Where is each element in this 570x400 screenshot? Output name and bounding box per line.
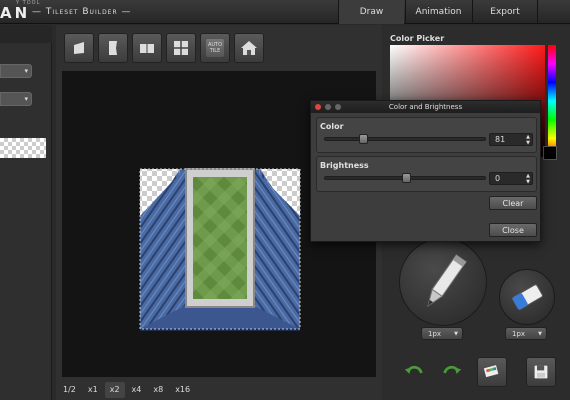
vertical-tile-icon <box>109 41 117 55</box>
selected-color-swatch[interactable] <box>543 146 557 160</box>
zoom-x1[interactable]: x1 <box>83 382 103 398</box>
zoom-dot-icon[interactable] <box>335 104 341 110</box>
pencil-size-dropdown[interactable]: 1px ▼ <box>421 327 463 340</box>
color-brightness-dialog: Color and Brightness Color 81 ▲ ▼ Brightne… <box>310 100 541 242</box>
logo: AN <box>0 4 31 22</box>
tileset-dropdown[interactable]: ▾ <box>0 64 32 78</box>
pencil-size-value: 1px <box>428 329 442 338</box>
eraser-icon <box>512 284 543 310</box>
color-label: Color <box>320 122 344 131</box>
close-button[interactable]: Close <box>489 223 537 237</box>
dialog-title: Color and Brightness <box>388 103 463 111</box>
color-group: Color 81 ▲ ▼ <box>316 117 537 153</box>
minimize-dot-icon[interactable] <box>325 104 331 110</box>
zoom-x4[interactable]: x4 <box>127 382 147 398</box>
zoom-x2[interactable]: x2 <box>104 381 125 398</box>
pencil-tool-button[interactable] <box>399 238 487 326</box>
single-tile-icon <box>74 42 84 54</box>
brightness-stepper[interactable]: ▲ ▼ <box>526 173 530 185</box>
tab-draw[interactable]: Draw <box>338 0 404 24</box>
hue-slider[interactable] <box>548 45 556 157</box>
palette-button[interactable] <box>477 357 507 387</box>
redo-button[interactable] <box>437 358 467 388</box>
zoom-half[interactable]: 1/2 <box>58 382 81 398</box>
color-swatches-icon <box>483 365 499 378</box>
left-panel: ▾ ▾ <box>0 25 52 400</box>
eraser-size-value: 1px <box>512 329 526 338</box>
tool-grid-tile-button[interactable] <box>166 33 196 63</box>
color-stepper[interactable]: ▲ ▼ <box>526 134 530 146</box>
undo-icon <box>404 365 423 374</box>
tool-horizontal-tile-button[interactable] <box>132 33 162 63</box>
color-value-field[interactable]: 81 ▲ ▼ <box>489 133 533 146</box>
close-dot-icon[interactable] <box>315 104 321 110</box>
title-bar: Y TOOL AN — Tileset Builder — Draw Anima… <box>0 0 570 24</box>
brightness-group: Brightness 0 ▲ ▼ <box>316 156 537 192</box>
horizontal-tile-icon <box>140 44 154 53</box>
left-panel-header <box>0 25 52 43</box>
brightness-value: 0 <box>495 174 501 183</box>
redo-icon <box>443 365 462 374</box>
zoom-x8[interactable]: x8 <box>148 382 168 398</box>
pencil-icon <box>427 254 467 308</box>
tool-vertical-tile-button[interactable] <box>98 33 128 63</box>
dialog-title-bar[interactable]: Color and Brightness <box>311 101 540 113</box>
tile-preview[interactable] <box>0 138 46 158</box>
save-icon <box>534 365 548 379</box>
grid-tile-icon <box>174 41 188 55</box>
tab-export[interactable]: Export <box>472 0 538 24</box>
auto-tile-button[interactable]: AUTO TILE <box>200 33 230 63</box>
clear-button[interactable]: Clear <box>489 196 537 210</box>
undo-button[interactable] <box>399 358 429 388</box>
auto-tile-icon: AUTO TILE <box>205 39 225 57</box>
brightness-value-field[interactable]: 0 ▲ ▼ <box>489 172 533 185</box>
color-slider-track[interactable] <box>324 134 486 144</box>
auto-tile-label-2: TILE <box>209 48 221 54</box>
brightness-slider-thumb[interactable] <box>401 173 411 183</box>
zoom-x16[interactable]: x16 <box>170 382 195 398</box>
layer-dropdown[interactable]: ▾ <box>0 92 32 106</box>
brightness-slider-track[interactable] <box>324 173 486 183</box>
tab-animation[interactable]: Animation <box>405 0 471 24</box>
save-button[interactable] <box>526 357 556 387</box>
color-picker-title: Color Picker <box>390 34 445 43</box>
house-template-button[interactable] <box>234 33 264 63</box>
tool-single-tile-button[interactable] <box>64 33 94 63</box>
color-slider-thumb[interactable] <box>358 134 368 144</box>
brightness-label: Brightness <box>320 161 369 170</box>
eraser-tool-button[interactable] <box>499 269 555 325</box>
zoom-bar: 1/2 x1 x2 x4 x8 x16 <box>56 379 382 400</box>
eraser-size-dropdown[interactable]: 1px ▼ <box>505 327 547 340</box>
house-icon <box>241 41 257 55</box>
color-value: 81 <box>495 135 506 144</box>
app-title: — Tileset Builder — <box>32 7 132 17</box>
